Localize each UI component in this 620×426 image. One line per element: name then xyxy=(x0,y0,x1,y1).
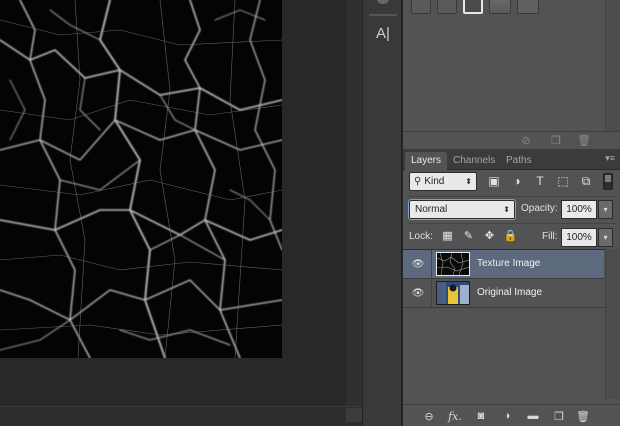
fill-label: Fill: xyxy=(542,231,558,242)
fx-icon[interactable]: fx. xyxy=(447,409,463,423)
trash-icon[interactable]: 🗑 xyxy=(577,134,591,148)
opacity-label: Opacity: xyxy=(521,203,558,214)
shape-layer-filter-icon[interactable]: ⬚ xyxy=(556,174,570,188)
workspace xyxy=(0,0,362,426)
layer-row-original-image[interactable]: 👁 Original Image xyxy=(403,279,604,308)
character-panel-icon[interactable]: A| xyxy=(369,22,397,44)
layer-name[interactable]: Texture Image xyxy=(477,258,540,269)
lock-label: Lock: xyxy=(409,231,433,242)
style-swatch-row xyxy=(411,0,539,14)
styles-panel xyxy=(403,0,620,131)
link-layers-icon[interactable]: ⊖ xyxy=(421,409,437,423)
panel-tab-bar: Layers Channels Paths ▾≡ xyxy=(403,149,620,170)
adjustment-layer-icon[interactable]: ◑ xyxy=(499,409,515,423)
add-mask-icon[interactable]: ◙ xyxy=(473,409,489,423)
visibility-eye-icon[interactable]: 👁 xyxy=(412,258,425,270)
style-swatch[interactable] xyxy=(437,0,457,14)
lock-transparent-pixels-icon[interactable]: ▦ xyxy=(441,229,454,242)
select-arrows-icon: ⬍ xyxy=(503,205,510,214)
layer-list-scrollbar[interactable] xyxy=(605,249,620,399)
filter-kind-label: Kind xyxy=(424,176,445,187)
style-swatch[interactable] xyxy=(411,0,431,14)
style-swatch-selected[interactable] xyxy=(463,0,483,14)
divider xyxy=(431,279,432,308)
layers-panel: Layers Channels Paths ▾≡ ⚲ Kind ⬍ ▣ ◑ T ⬚… xyxy=(403,149,620,426)
adjustment-layer-filter-icon[interactable]: ◑ xyxy=(510,174,524,188)
layer-filter-row: ⚲ Kind ⬍ ▣ ◑ T ⬚ ⧉ xyxy=(407,171,617,193)
styles-scrollbar[interactable] xyxy=(605,0,620,131)
type-layer-filter-icon[interactable]: T xyxy=(533,174,547,188)
lock-image-pixels-icon[interactable]: ✎ xyxy=(462,229,475,242)
layer-thumbnail xyxy=(436,252,470,276)
blend-mode-value: Normal xyxy=(415,204,448,215)
tab-paths[interactable]: Paths xyxy=(500,152,538,170)
layer-thumbnail xyxy=(436,281,470,305)
filter-kind-select[interactable]: ⚲ Kind ⬍ xyxy=(409,172,477,191)
panel-menu-icon[interactable]: ▾≡ xyxy=(605,153,615,164)
clear-style-icon[interactable]: ⊘ xyxy=(519,134,533,148)
styles-panel-footer: ⊘ ❐ 🗑 xyxy=(403,131,620,149)
fill-slider-button[interactable]: ▾ xyxy=(598,228,613,247)
dock-grip[interactable] xyxy=(369,14,397,16)
pixel-layer-filter-icon[interactable]: ▣ xyxy=(487,174,501,188)
smart-object-filter-icon[interactable]: ⧉ xyxy=(579,174,593,188)
blend-mode-row: Normal ⬍ Opacity: 100% ▾ xyxy=(407,196,617,220)
lock-row: Lock: ▦ ✎ ✥ 🔒 Fill: 100% ▾ xyxy=(407,223,617,247)
horizontal-scrollbar[interactable] xyxy=(0,406,362,426)
new-group-icon[interactable]: ▬ xyxy=(525,409,541,423)
layer-row-texture-image[interactable]: 👁 Texture Image xyxy=(403,250,604,279)
select-arrows-icon: ⬍ xyxy=(465,177,472,186)
new-layer-icon[interactable]: ❐ xyxy=(551,409,567,423)
new-style-icon[interactable]: ❐ xyxy=(549,134,563,148)
blend-mode-select[interactable]: Normal ⬍ xyxy=(408,199,516,220)
style-swatch[interactable] xyxy=(517,0,539,14)
layers-panel-footer: ⊖ fx. ◙ ◑ ▬ ❐ 🗑 xyxy=(403,404,620,426)
layer-name[interactable]: Original Image xyxy=(477,287,542,298)
divider xyxy=(431,250,432,279)
dock-top-button[interactable] xyxy=(377,0,389,4)
filter-toggle-switch[interactable] xyxy=(603,173,613,190)
vertical-scrollbar[interactable] xyxy=(346,0,362,426)
marble-texture-image xyxy=(0,0,282,358)
trash-icon[interactable]: 🗑 xyxy=(575,409,591,423)
opacity-slider-button[interactable]: ▾ xyxy=(598,200,613,219)
lock-position-icon[interactable]: ✥ xyxy=(483,229,496,242)
fill-input[interactable]: 100% xyxy=(561,228,597,247)
search-icon: ⚲ xyxy=(414,176,422,187)
collapsed-panel-dock: A| xyxy=(362,0,402,426)
scrollbar-corner xyxy=(346,408,362,422)
layer-list: 👁 Texture Image 👁 Original Image xyxy=(403,249,620,399)
tab-layers[interactable]: Layers xyxy=(405,152,448,170)
opacity-input[interactable]: 100% xyxy=(561,200,597,219)
right-panel-column: ⊘ ❐ 🗑 Layers Channels Paths ▾≡ ⚲ Kind ⬍ ▣… xyxy=(402,0,620,426)
document-canvas[interactable] xyxy=(0,0,282,358)
visibility-eye-icon[interactable]: 👁 xyxy=(412,287,425,299)
lock-all-icon[interactable]: 🔒 xyxy=(504,229,518,242)
tab-channels[interactable]: Channels xyxy=(447,152,501,170)
style-swatch[interactable] xyxy=(489,0,511,14)
